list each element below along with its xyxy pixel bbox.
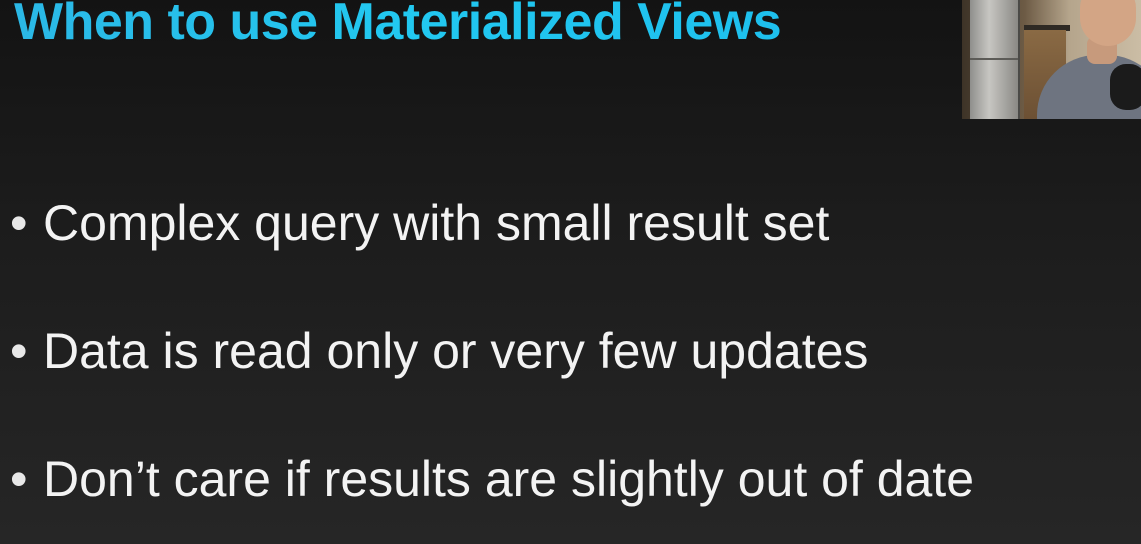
bullet-item: • Data is read only or very few updates [10, 326, 868, 376]
slide-title: When to use Materialized Views [14, 0, 782, 52]
bullet-dot-icon: • [10, 323, 28, 379]
bullet-item: • Complex query with small result set [10, 198, 829, 248]
presenter-webcam [962, 0, 1141, 119]
webcam-fridge-handle [970, 58, 1018, 60]
bullet-dot-icon: • [10, 451, 28, 507]
bullet-item: • Don’t care if results are slightly out … [10, 454, 974, 504]
bullet-text: Don’t care if results are slightly out o… [43, 451, 975, 507]
bullet-dot-icon: • [10, 195, 28, 251]
bullet-text: Complex query with small result set [43, 195, 830, 251]
bullet-text: Data is read only or very few updates [43, 323, 869, 379]
microphone-icon [1110, 64, 1141, 110]
